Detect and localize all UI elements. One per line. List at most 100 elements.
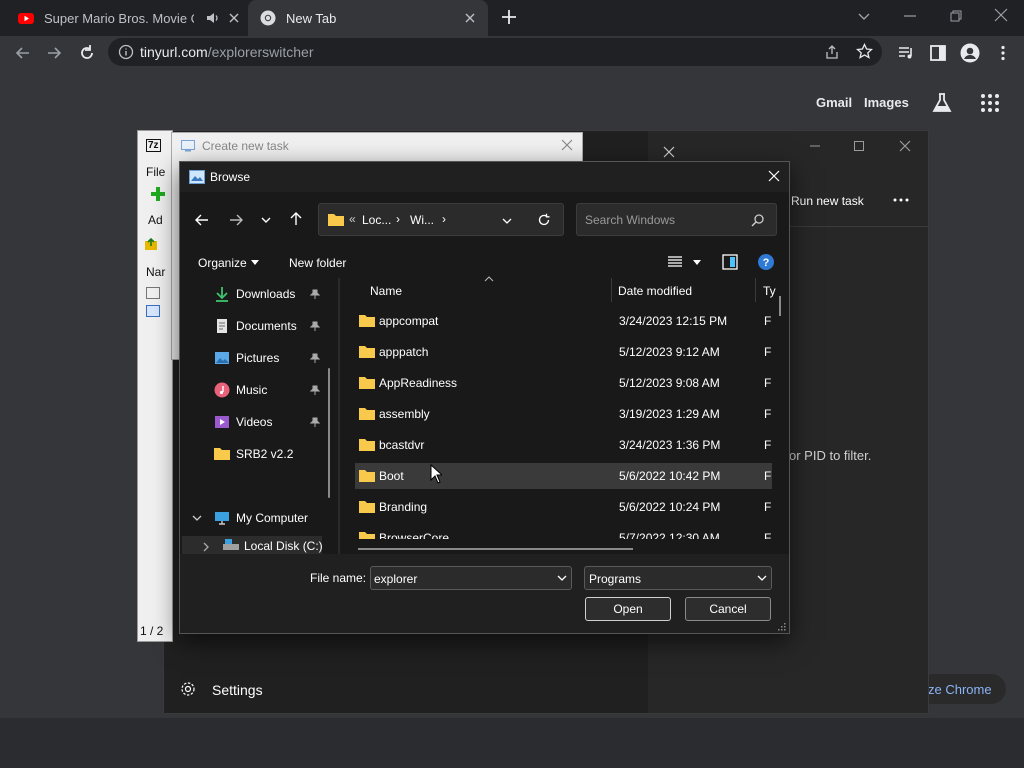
address-bar[interactable]: tinyurl.com/explorerswitcher bbox=[108, 38, 882, 66]
column-header-name[interactable]: Name bbox=[370, 284, 402, 298]
pin-icon[interactable] bbox=[310, 353, 320, 363]
resize-grip-icon[interactable] bbox=[777, 622, 786, 631]
file-name-input[interactable]: explorer bbox=[370, 566, 572, 590]
column-header-type[interactable]: Ty bbox=[763, 284, 776, 298]
close-icon[interactable] bbox=[561, 139, 573, 151]
close-icon[interactable] bbox=[226, 10, 242, 26]
minimize-icon[interactable] bbox=[902, 8, 918, 24]
new-tab-plus-icon[interactable] bbox=[500, 8, 518, 26]
breadcrumb-bar[interactable]: « Loc... › Wi... › bbox=[318, 203, 564, 236]
forward-arrow-icon[interactable] bbox=[45, 44, 63, 62]
settings-gear-icon[interactable] bbox=[180, 681, 196, 697]
pin-icon[interactable] bbox=[310, 321, 320, 331]
nav-item-local-disk[interactable]: Local Disk (C:) bbox=[182, 536, 323, 556]
pin-icon[interactable] bbox=[310, 289, 320, 299]
close-icon[interactable] bbox=[898, 139, 912, 153]
customize-chrome-button[interactable]: ze Chrome bbox=[918, 674, 1006, 704]
nav-item-videos[interactable]: Videos bbox=[214, 406, 364, 438]
file-row-4[interactable]: bcastdvr 3/24/2023 1:36 PM Fi bbox=[355, 432, 772, 458]
breadcrumb-local-disk[interactable]: Loc... bbox=[362, 213, 391, 227]
view-list-icon[interactable] bbox=[667, 255, 683, 269]
chevron-down-icon[interactable] bbox=[501, 215, 513, 227]
file-row-6[interactable]: Branding 5/6/2022 10:24 PM Fi bbox=[355, 494, 772, 520]
file-row-0[interactable]: appcompat 3/24/2023 12:15 PM Fi bbox=[355, 308, 772, 334]
search-input[interactable]: Search Windows bbox=[576, 203, 777, 236]
minimize-icon[interactable] bbox=[808, 139, 822, 153]
nav-item-my-computer[interactable]: My Computer bbox=[214, 502, 364, 534]
gmail-link[interactable]: Gmail bbox=[816, 95, 852, 110]
new-folder-button[interactable]: New folder bbox=[289, 256, 346, 270]
horizontal-scrollbar[interactable] bbox=[358, 548, 633, 550]
name-column-header[interactable]: Nar bbox=[146, 265, 165, 279]
back-arrow-icon[interactable] bbox=[14, 44, 32, 62]
recent-chevron-down-icon[interactable] bbox=[260, 214, 272, 226]
tab-new-tab[interactable]: New Tab bbox=[248, 0, 488, 36]
images-link[interactable]: Images bbox=[864, 95, 909, 110]
chevron-down-icon[interactable] bbox=[192, 514, 202, 522]
file-name: assembly bbox=[379, 407, 430, 421]
file-row-7[interactable]: BrowserCore 5/7/2022 12:30 AM Fi bbox=[355, 525, 772, 539]
chevron-down-icon[interactable] bbox=[557, 574, 567, 582]
file-type-select[interactable]: Programs bbox=[584, 566, 772, 590]
chevron-down-icon[interactable] bbox=[250, 259, 260, 267]
nav-item-documents[interactable]: Documents bbox=[214, 310, 364, 342]
nav-item-pictures[interactable]: Pictures bbox=[214, 342, 364, 374]
nav-item-music[interactable]: Music bbox=[214, 374, 364, 406]
back-arrow-icon[interactable] bbox=[194, 212, 210, 228]
speaker-icon[interactable] bbox=[205, 10, 221, 26]
preview-pane-icon[interactable] bbox=[722, 254, 738, 270]
help-icon[interactable]: ? bbox=[758, 254, 774, 270]
nav-item-srb2[interactable]: SRB2 v2.2 bbox=[214, 438, 364, 470]
run-new-task-button[interactable]: Run new task bbox=[791, 194, 864, 208]
forward-arrow-icon[interactable] bbox=[228, 212, 244, 228]
organize-button[interactable]: Organize bbox=[198, 256, 247, 270]
more-options-icon[interactable] bbox=[892, 193, 910, 207]
pin-icon[interactable] bbox=[310, 417, 320, 427]
search-icon[interactable] bbox=[751, 213, 765, 227]
chevron-right-icon[interactable] bbox=[202, 542, 210, 552]
profile-avatar-icon[interactable] bbox=[960, 43, 980, 63]
vertical-scrollbar[interactable] bbox=[779, 296, 781, 316]
file-menu[interactable]: File bbox=[146, 165, 165, 179]
tab-youtube[interactable]: Super Mario Bros. Movie Cha bbox=[0, 0, 248, 36]
nav-item-label: Local Disk (C:) bbox=[244, 539, 323, 553]
kebab-menu-icon[interactable] bbox=[994, 44, 1012, 62]
maximize-icon[interactable] bbox=[852, 139, 866, 153]
settings-label[interactable]: Settings bbox=[212, 682, 263, 698]
reload-icon[interactable] bbox=[78, 44, 96, 62]
close-icon[interactable] bbox=[662, 145, 676, 159]
restore-icon[interactable] bbox=[948, 8, 964, 24]
nav-item-downloads[interactable]: Downloads bbox=[214, 278, 364, 310]
file-row-5[interactable]: Boot 5/6/2022 10:42 PM Fi bbox=[355, 463, 772, 489]
column-separator[interactable] bbox=[755, 278, 756, 302]
share-icon[interactable] bbox=[824, 44, 840, 60]
pictures-icon bbox=[214, 350, 230, 366]
open-button[interactable]: Open bbox=[585, 597, 671, 621]
apps-grid-icon[interactable] bbox=[980, 93, 1000, 113]
tab-search-chevron-icon[interactable] bbox=[856, 8, 872, 24]
breadcrumb-overflow[interactable]: « bbox=[349, 212, 356, 226]
file-row-2[interactable]: AppReadiness 5/12/2023 9:08 AM Fi bbox=[355, 370, 772, 396]
chevron-down-icon[interactable] bbox=[757, 574, 767, 582]
info-icon[interactable] bbox=[118, 44, 134, 60]
file-row-1[interactable]: apppatch 5/12/2023 9:12 AM Fi bbox=[355, 339, 772, 365]
file-row-3[interactable]: assembly 3/19/2023 1:29 AM Fi bbox=[355, 401, 772, 427]
nav-scrollbar[interactable] bbox=[328, 368, 330, 498]
refresh-icon[interactable] bbox=[537, 213, 551, 227]
labs-flask-icon[interactable] bbox=[931, 92, 953, 114]
close-icon[interactable] bbox=[768, 170, 780, 182]
column-separator[interactable] bbox=[611, 278, 612, 302]
up-folder-icon[interactable] bbox=[144, 237, 158, 251]
cancel-button[interactable]: Cancel bbox=[685, 597, 771, 621]
chevron-down-icon[interactable] bbox=[692, 259, 702, 267]
side-panel-icon[interactable] bbox=[929, 44, 947, 62]
breadcrumb-windows[interactable]: Wi... bbox=[410, 213, 434, 227]
add-plus-icon[interactable] bbox=[150, 186, 166, 202]
close-icon[interactable] bbox=[462, 10, 478, 26]
column-header-date[interactable]: Date modified bbox=[618, 284, 692, 298]
bookmark-star-icon[interactable] bbox=[856, 43, 873, 60]
up-arrow-icon[interactable] bbox=[288, 211, 304, 227]
media-queue-icon[interactable] bbox=[897, 44, 915, 62]
pin-icon[interactable] bbox=[310, 385, 320, 395]
window-close-icon[interactable] bbox=[993, 7, 1009, 23]
